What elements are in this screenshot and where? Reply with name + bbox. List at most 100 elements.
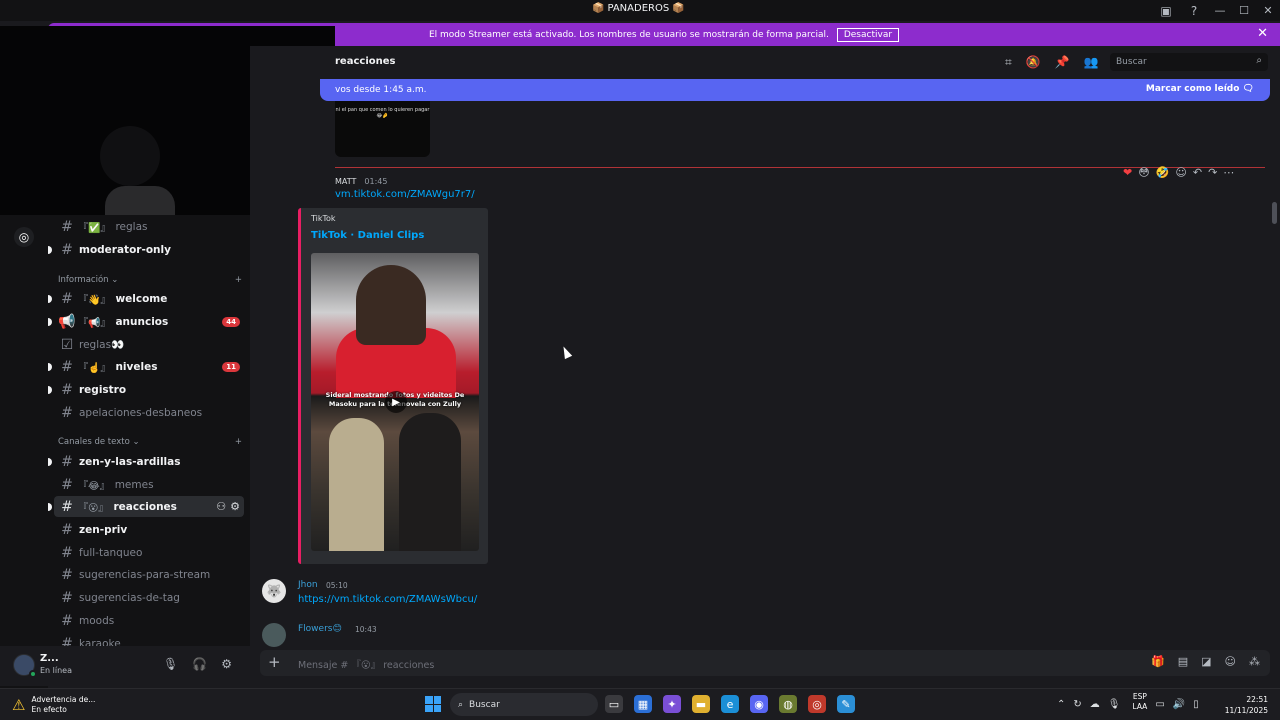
channel-niveles[interactable]: # 『☝️』 niveles 11	[48, 356, 244, 377]
copilot-icon[interactable]: ✦	[663, 695, 681, 713]
channel-registro[interactable]: # registro	[48, 379, 244, 400]
avatar[interactable]	[262, 623, 286, 647]
battery-icon[interactable]: ▯	[1193, 699, 1199, 710]
channel-full-tanqueo[interactable]: # full-tanqueo	[54, 542, 244, 563]
message-author[interactable]: MATT	[335, 177, 356, 186]
emoji-icon[interactable]: ☺	[1225, 655, 1236, 668]
cloud-icon[interactable]: ☁	[1090, 699, 1100, 710]
discover-icon[interactable]: ◎	[14, 227, 34, 247]
deactivate-streamer-button[interactable]: Desactivar	[836, 27, 900, 42]
edge-icon[interactable]: e	[721, 695, 739, 713]
gear-icon[interactable]: ⚙	[230, 500, 240, 513]
minimize-button[interactable]: —	[1208, 0, 1232, 21]
chevron-down-icon: ⌄	[111, 275, 119, 285]
message-composer[interactable]: + Mensaje # 『😮』 reacciones 🎁 ▤ ◪ ☺ ⁂	[260, 650, 1270, 676]
add-channel-icon[interactable]: +	[235, 275, 242, 285]
hash-icon: #	[61, 476, 73, 493]
channel-memes[interactable]: # 『😂』 memes	[54, 474, 244, 495]
channel-sugerencias-de-tag[interactable]: # sugerencias-de-tag	[54, 587, 244, 608]
sticker-icon[interactable]: ◪	[1201, 655, 1211, 668]
streamer-banner-text: El modo Streamer está activado. Los nomb…	[428, 29, 829, 40]
apps-icon[interactable]: ⁂	[1249, 655, 1260, 668]
network-icon[interactable]: ▭	[1155, 699, 1164, 710]
mark-read-label: Marcar como leído	[1145, 84, 1240, 94]
help-icon[interactable]: ?	[1180, 0, 1208, 21]
search-icon: ⌕	[1256, 55, 1262, 66]
close-banner-icon[interactable]: ✕	[1257, 26, 1268, 41]
app-icon[interactable]: ◎	[808, 695, 826, 713]
channel-welcome[interactable]: # 『👋』 welcome	[48, 288, 244, 309]
more-options-icon[interactable]: ⋯	[1223, 166, 1234, 179]
add-member-icon[interactable]: ⚇	[216, 500, 226, 513]
sync-icon[interactable]: ↻	[1073, 699, 1081, 710]
message-author[interactable]: Jhon	[298, 580, 318, 590]
message-link[interactable]: https://vm.tiktok.com/ZMAWsWbcu/	[298, 594, 477, 605]
discord-icon[interactable]: ◉	[750, 695, 768, 713]
inbox-icon[interactable]: ▣	[1152, 0, 1180, 21]
file-explorer-icon[interactable]: ▬	[692, 695, 710, 713]
avatar[interactable]: 🐺	[262, 579, 286, 603]
user-panel: Z... En línea 🎙 🎧 ⚙	[0, 646, 250, 686]
message-author[interactable]: Flowers😊	[298, 624, 342, 634]
mark-as-read-button[interactable]: Marcar como leído 🗨	[1146, 84, 1254, 94]
threads-icon[interactable]: ⌗	[1005, 55, 1012, 70]
reply-icon[interactable]: ↶	[1193, 166, 1202, 179]
microphone-icon[interactable]: 🎙	[1108, 699, 1121, 710]
channel-apelaciones-desbaneos[interactable]: # apelaciones-desbaneos	[54, 402, 244, 423]
forward-icon[interactable]: ↷	[1208, 166, 1217, 179]
channel-reglas[interactable]: # 『✅』 reglas	[54, 216, 244, 237]
store-icon[interactable]: ▦	[634, 695, 652, 713]
language-indicator[interactable]: ESP LAA	[1132, 692, 1147, 712]
channel-moods[interactable]: # moods	[54, 610, 244, 631]
chevron-up-icon[interactable]: ⌃	[1057, 699, 1065, 710]
add-reaction-icon[interactable]: ☺	[1175, 166, 1186, 179]
message-link[interactable]: vm.tiktok.com/ZMAWgu7r7/	[335, 189, 475, 200]
app-icon[interactable]: ◍	[779, 695, 797, 713]
settings-gear-icon[interactable]: ⚙	[221, 657, 232, 671]
server-title-suffix: 📦	[672, 3, 685, 14]
search-input[interactable]: Buscar ⌕	[1110, 53, 1268, 71]
add-channel-icon[interactable]: +	[235, 437, 242, 447]
taskbar-search[interactable]: ⌕ Buscar	[450, 693, 598, 716]
username[interactable]: Z...	[40, 653, 59, 664]
weather-warning-widget[interactable]: ⚠ Advertencia de... En efecto	[12, 695, 95, 715]
window-titlebar: 📦 PANADEROS 📦 ▣ ? — ☐ ✕	[0, 0, 1280, 21]
category-informacion[interactable]: Información ⌄ +	[58, 275, 242, 285]
channel-anuncios[interactable]: 📢 『📢』 anuncios 44	[48, 311, 244, 332]
task-view-icon[interactable]: ▭	[605, 695, 623, 713]
channel-deco: 『📢』	[78, 318, 111, 329]
scrollbar-thumb[interactable]	[1272, 202, 1277, 224]
channel-moderator-only[interactable]: # moderator-only	[48, 239, 244, 260]
maximize-button[interactable]: ☐	[1232, 0, 1256, 21]
volume-icon[interactable]: 🔊	[1173, 699, 1185, 710]
gif-icon[interactable]: ▤	[1178, 655, 1188, 668]
channel-karaoke[interactable]: # karaoke	[54, 633, 244, 647]
channel-zen-priv[interactable]: # zen-priv	[54, 519, 244, 540]
mute-bell-icon[interactable]: 🔕	[1026, 55, 1041, 70]
channel-zen-y-las-ardillas[interactable]: # zen-y-las-ardillas	[48, 451, 244, 472]
channel-reglas-rules[interactable]: ☑ reglas👀	[54, 334, 244, 355]
unread-indicator	[48, 362, 52, 371]
app-icon[interactable]: ✎	[837, 695, 855, 713]
laugh-reaction-icon[interactable]: 🤣	[1156, 166, 1170, 179]
pin-icon[interactable]: 📌	[1055, 55, 1070, 70]
gift-icon[interactable]: 🎁	[1151, 655, 1165, 668]
add-attachment-icon[interactable]: +	[268, 653, 281, 671]
start-button[interactable]	[425, 696, 441, 712]
channel-sugerencias-para-stream[interactable]: # sugerencias-para-stream	[54, 564, 244, 585]
heart-reaction-icon[interactable]: ❤	[1123, 166, 1132, 179]
channel-reacciones[interactable]: # 『😮』 reacciones ⚇ ⚙	[48, 496, 244, 517]
member-list-icon[interactable]: 👥	[1084, 55, 1099, 70]
embed-title[interactable]: TikTok · Daniel Clips	[311, 230, 424, 241]
new-messages-bar[interactable]: vos desde 1:45 a.m. Marcar como leído 🗨	[320, 79, 1270, 101]
close-window-button[interactable]: ✕	[1256, 0, 1280, 21]
taskbar: ⚠ Advertencia de... En efecto ⌕ Buscar ▭…	[0, 688, 1280, 720]
clock[interactable]: 22:51 11/11/2025	[1225, 694, 1268, 716]
play-icon[interactable]: ▶	[385, 391, 407, 413]
microphone-icon[interactable]: 🎙	[163, 657, 178, 671]
emoji-reaction-icon[interactable]: 😳	[1138, 166, 1149, 179]
previous-image-attachment[interactable]: ni el pan que comen lo quieren pagar 😂🤌	[335, 101, 430, 157]
embed-video-thumbnail[interactable]: Sideral mostrando fotos y videitos De Ma…	[311, 253, 479, 551]
category-canales-de-texto[interactable]: Canales de texto ⌄ +	[58, 437, 242, 447]
headphones-icon[interactable]: 🎧	[192, 657, 207, 671]
